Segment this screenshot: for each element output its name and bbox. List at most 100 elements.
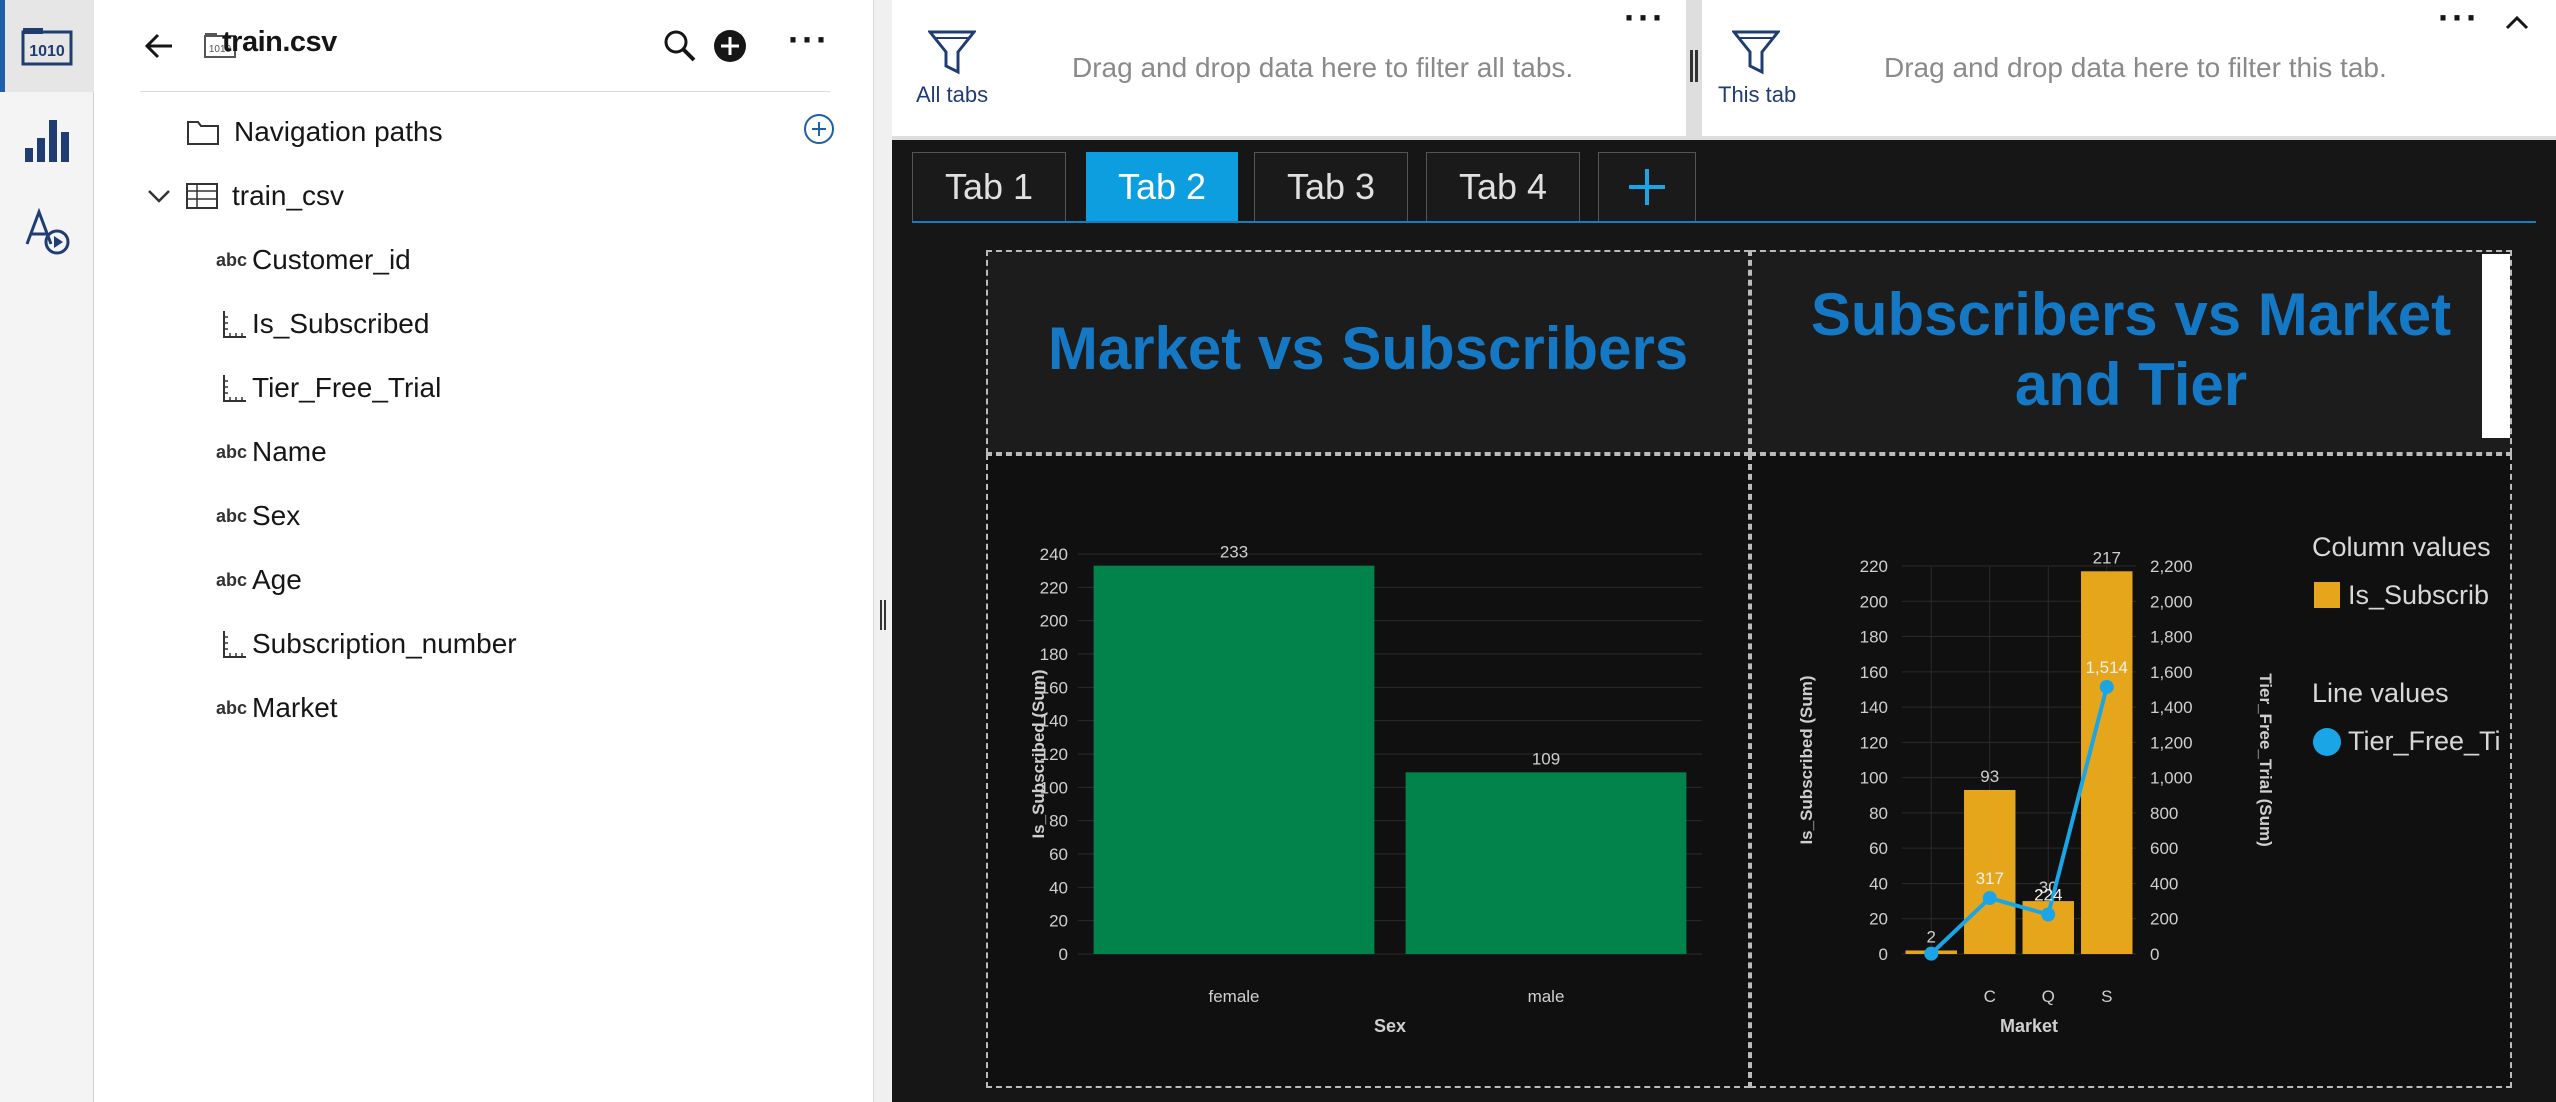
tab-1[interactable]: Tab 1 <box>912 152 1066 222</box>
all-tabs-filter-dropzone[interactable]: All tabs Drag and drop data here to filt… <box>892 0 1686 136</box>
y-tick-label: 240 <box>1040 545 1068 564</box>
filter-icon <box>1732 30 1780 75</box>
y-right-tick-label: 400 <box>2150 874 2178 893</box>
legend-column-title: Column values <box>2312 532 2491 562</box>
x-axis-label: Market <box>2000 1016 2058 1036</box>
legend-swatch <box>2314 582 2340 608</box>
y-right-tick-label: 200 <box>2150 910 2178 929</box>
search-icon[interactable] <box>662 28 698 64</box>
title-widget-2[interactable]: Subscribers vs Market and Tier <box>1750 250 2512 454</box>
field-name: Customer_id <box>252 244 411 275</box>
field-item[interactable]: abc Market <box>216 688 338 728</box>
x-tick-label: Q <box>2042 987 2055 1006</box>
legend-column-item: Is_Subscrib <box>2348 580 2489 610</box>
line-point <box>2041 907 2056 922</box>
table-icon <box>186 183 218 209</box>
field-item[interactable]: abc Sex <box>216 496 300 536</box>
tab-4[interactable]: Tab 4 <box>1426 152 1580 222</box>
y-tick-label: 180 <box>1040 645 1068 664</box>
y-tick-label: 200 <box>1860 592 1888 611</box>
combo-chart-market[interactable]: 0 20 40 60 80 100 120 140 160 180 200 220 0 200 400 600… <box>1752 456 2510 1086</box>
this-tab-filter-menu[interactable]: ··· <box>2438 0 2480 36</box>
table-row-train-csv[interactable]: train_csv <box>144 176 344 216</box>
chevron-down-icon[interactable] <box>144 181 174 211</box>
title-widget-1[interactable]: Market vs Subscribers <box>986 250 1750 454</box>
field-name: Age <box>252 564 302 595</box>
x-tick-label: male <box>1528 987 1565 1006</box>
chevron-up-icon[interactable] <box>2502 10 2532 34</box>
y-right-tick-label: 1,200 <box>2150 733 2193 752</box>
panel-splitter[interactable] <box>874 0 892 1102</box>
navigation-paths-label: Navigation paths <box>234 116 443 147</box>
y-tick-label: 20 <box>1869 910 1888 929</box>
dashboard-canvas: Tab 1 Tab 2 Tab 3 Tab 4 Market vs Subscr… <box>892 140 2556 1102</box>
widget-scrollbar[interactable] <box>2482 254 2510 438</box>
rail-visualizations-button[interactable] <box>0 92 94 184</box>
add-circle-icon[interactable] <box>712 28 748 64</box>
field-item[interactable]: Subscription_number <box>216 624 517 664</box>
this-tab-label: This tab <box>1718 82 1797 107</box>
legend-line-title: Line values <box>2312 678 2449 708</box>
left-rail: 1010 <box>0 0 94 1102</box>
all-tabs-hint: Drag and drop data here to filter all ta… <box>1072 52 1574 83</box>
app-root: 1010 1010 train.csv ··· Navigation paths… <box>0 0 2556 1102</box>
y-right-tick-label: 1,600 <box>2150 663 2193 682</box>
y-tick-label: 0 <box>1879 945 1888 964</box>
field-item[interactable]: abc Age <box>216 560 302 600</box>
data-label: 2 <box>1927 927 1936 946</box>
y-right-tick-label: 2,000 <box>2150 592 2193 611</box>
widget-title-1: Market vs Subscribers <box>1047 315 1689 382</box>
text-field-icon: abc <box>216 441 248 462</box>
data-label: 109 <box>1532 749 1560 768</box>
field-name: Tier_Free_Trial <box>252 372 442 403</box>
field-name: Market <box>252 692 338 723</box>
this-tab-hint: Drag and drop data here to filter this t… <box>1884 52 2387 83</box>
y-tick-label: 60 <box>1869 839 1888 858</box>
y-tick-label: 40 <box>1049 878 1068 897</box>
tab-2[interactable]: Tab 2 <box>1086 152 1238 222</box>
y-right-tick-label: 1,000 <box>2150 769 2193 788</box>
chart-widget-2[interactable]: 0 20 40 60 80 100 120 140 160 180 200 220 0 200 400 600… <box>1750 454 2512 1088</box>
field-name: Subscription_number <box>252 628 517 659</box>
datasource-title: train.csv <box>222 26 337 58</box>
field-name: Name <box>252 436 327 467</box>
y-right-tick-label: 800 <box>2150 804 2178 823</box>
y-right-tick-label: 2,200 <box>2150 557 2193 576</box>
chart-widget-1[interactable]: 0 20 40 60 80 100 120 140 160 180 200 220 240 233 fema… <box>986 454 1750 1088</box>
y-right-tick-label: 1,800 <box>2150 628 2193 647</box>
field-item[interactable]: abc Customer_id <box>216 240 411 280</box>
field-item[interactable]: abc Name <box>216 432 327 472</box>
rail-data-button[interactable]: 1010 <box>0 0 94 92</box>
y-tick-label: 220 <box>1860 557 1888 576</box>
field-item[interactable]: Tier_Free_Trial <box>216 368 441 408</box>
measure-field-icon <box>223 311 246 338</box>
svg-text:1010: 1010 <box>29 43 65 60</box>
y-right-tick-label: 0 <box>2150 945 2159 964</box>
y-tick-label: 60 <box>1049 845 1068 864</box>
bar-chart-sex[interactable]: 020406080100120140160180200220240 233fema… <box>988 456 1748 1086</box>
text-play-icon <box>25 207 70 255</box>
measure-field-icon <box>223 375 246 402</box>
data-source-panel: 1010 train.csv ··· Navigation paths trai… <box>94 0 874 1102</box>
folder-icon <box>187 121 219 145</box>
tab-3[interactable]: Tab 3 <box>1254 152 1408 222</box>
back-arrow-icon[interactable] <box>142 28 178 64</box>
y-tick-label: 80 <box>1869 804 1888 823</box>
this-tab-filter-dropzone[interactable]: This tab Drag and drop data here to filt… <box>1702 0 2556 136</box>
y-tick-label: 200 <box>1040 612 1068 631</box>
data-label: 93 <box>1980 767 1999 786</box>
add-tab-button[interactable] <box>1598 152 1696 222</box>
text-field-icon: abc <box>216 569 248 590</box>
text-field-icon: abc <box>216 505 248 526</box>
all-tabs-filter-menu[interactable]: ··· <box>1624 0 1666 36</box>
x-axis-label: Sex <box>1374 1016 1406 1036</box>
panel-overflow-menu[interactable]: ··· <box>788 22 830 58</box>
navigation-paths-row[interactable]: Navigation paths <box>186 112 443 152</box>
rail-assistant-button[interactable] <box>0 184 94 276</box>
add-navigation-path-icon[interactable] <box>802 112 836 146</box>
y-tick-label: 140 <box>1860 698 1888 717</box>
measure-field-icon <box>223 631 246 658</box>
y-right-tick-label: 1,400 <box>2150 698 2193 717</box>
field-item[interactable]: Is_Subscribed <box>216 304 429 344</box>
y-tick-label: 180 <box>1860 628 1888 647</box>
